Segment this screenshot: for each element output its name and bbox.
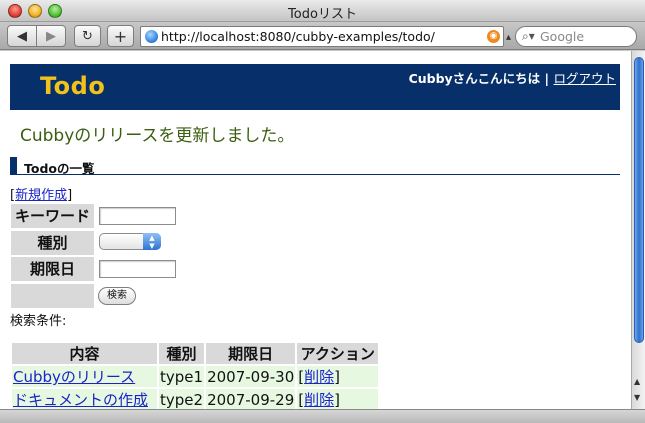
todo-type-cell: type1 [159,366,205,387]
table-header-row: 内容 種別 期限日 アクション [12,343,379,364]
browser-toolbar: ◀ ▶ ↻ + http://localhost:8080/cubby-exam… [0,22,645,50]
globe-icon [145,30,158,43]
greeting-text: Cubbyさんこんにちは [408,71,541,86]
logout-link[interactable]: ログアウト [553,71,616,86]
due-date-label: 期限日 [11,257,94,281]
address-bar[interactable]: http://localhost:8080/cubby-examples/tod… [140,26,504,47]
user-greeting: Cubbyさんこんにちは | ログアウト [409,68,616,87]
rss-icon[interactable]: ◉ [487,30,500,43]
type-label: 種別 [11,231,94,255]
scrollbar-thumb[interactable] [634,57,644,343]
keyword-label: キーワード [11,204,94,228]
url-text: http://localhost:8080/cubby-examples/tod… [161,29,435,44]
window-title: Todoリスト [288,7,357,22]
todo-table: 内容 種別 期限日 アクション Cubbyのリリース type1 2007-09… [10,341,380,409]
window-titlebar: Todoリスト [0,0,645,22]
delete-link[interactable]: 削除 [304,368,334,386]
delete-link[interactable]: 削除 [304,391,334,409]
header-banner: Todo Cubbyさんこんにちは | ログアウト [10,64,620,110]
keyword-input[interactable] [99,207,176,225]
arrow-left-icon: ◀ [17,28,27,44]
search-conditions: 検索条件: [10,314,67,329]
back-button[interactable]: ◀ [7,25,37,47]
column-header-title: 内容 [12,343,157,364]
plus-icon: + [113,26,128,46]
scroll-down-icon[interactable]: ▼ [634,393,640,402]
add-bookmark-button[interactable]: + [107,25,134,47]
todo-title-cell: Cubbyのリリース [12,366,157,387]
todo-title-link[interactable]: Cubbyのリリース [13,368,135,386]
todo-due-cell: 2007-09-30 [206,366,296,387]
todo-due-cell: 2007-09-29 [206,389,296,409]
bracket-close: ] [67,188,73,203]
submit-cell [11,284,94,308]
todo-title-link[interactable]: ドキュメントの作成 [13,391,148,409]
web-search-input[interactable]: ⌕▾ Google [515,26,637,47]
flash-message: Cubbyのリリースを更新しました。 [20,126,295,146]
column-header-action: アクション [297,343,379,364]
todo-action-cell: [削除] [297,366,379,387]
scroll-up-icon[interactable]: ▲ [634,377,640,386]
new-todo-link-wrapper: [新規作成] [10,184,72,203]
table-row: ドキュメントの作成 type2 2007-09-29 [削除] [12,389,379,409]
greeting-separator: | [544,71,550,86]
table-row: Cubbyのリリース type1 2007-09-30 [削除] [12,366,379,387]
new-todo-link[interactable]: 新規作成 [15,188,67,203]
arrow-right-icon: ▶ [46,28,56,44]
vertical-scrollbar[interactable]: ▲ ▼ [631,51,645,409]
search-icon: ⌕▾ [522,29,535,43]
section-heading: Todoの一覧 [10,157,620,176]
reload-button[interactable]: ↻ [74,25,101,47]
chevron-down-icon[interactable]: ▴ [506,32,511,43]
page-viewport: Todo Cubbyさんこんにちは | ログアウト Cubbyのリリースを更新し… [0,51,631,409]
status-bar [0,409,645,423]
search-placeholder: Google [540,29,585,44]
section-title: Todoの一覧 [24,161,95,176]
search-button[interactable]: 検索 [98,287,136,305]
type-select[interactable]: ▲ ▼ [99,233,161,250]
forward-button[interactable]: ▶ [36,25,66,47]
logo: Todo [40,72,106,100]
due-date-input[interactable] [99,260,176,278]
column-header-type: 種別 [159,343,205,364]
reload-icon: ↻ [82,28,93,44]
todo-action-cell: [削除] [297,389,379,409]
chevron-updown-icon: ▲ ▼ [143,233,161,250]
section-marker [10,157,17,174]
todo-title-cell: ドキュメントの作成 [12,389,157,409]
todo-type-cell: type2 [159,389,205,409]
column-header-due: 期限日 [206,343,296,364]
